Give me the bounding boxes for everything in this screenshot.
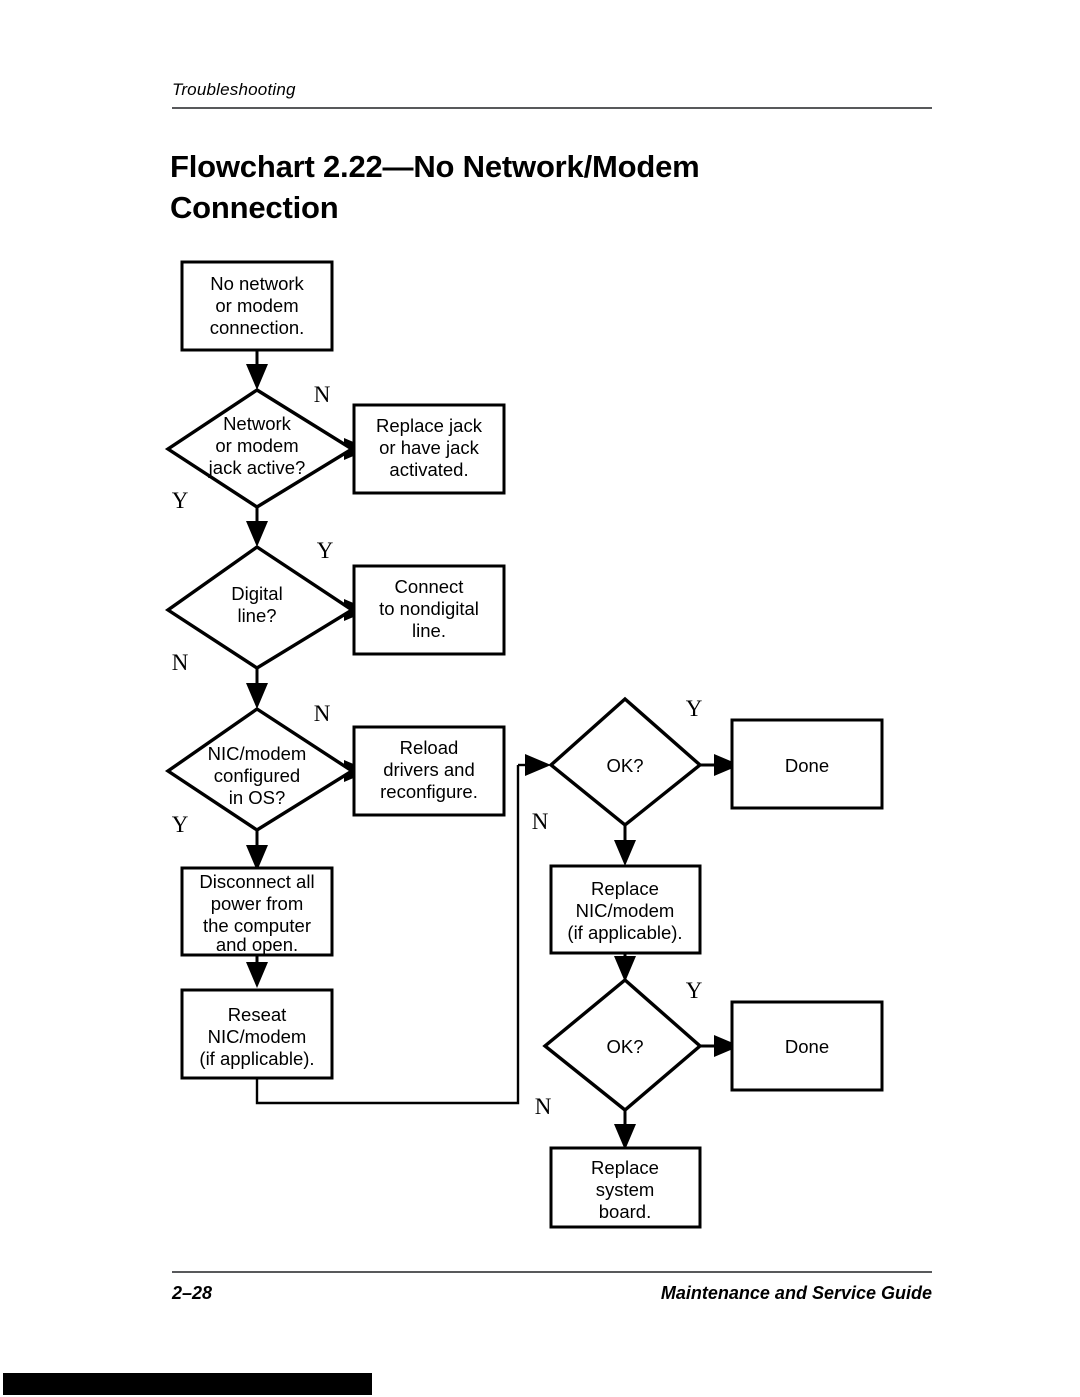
- node-jack-active-line-1: Network: [223, 413, 292, 434]
- node-ok-1-label: OK?: [606, 755, 643, 776]
- footer-rule: [172, 1271, 932, 1273]
- node-replace-board-line-2: system: [596, 1179, 655, 1200]
- node-replace-jack-line-2: or have jack: [379, 437, 479, 458]
- bottom-marker-bar: [3, 1373, 372, 1395]
- node-connect-nondigital-line-3: line.: [412, 620, 446, 641]
- node-digital-line: Digital line?: [164, 544, 356, 671]
- node-reseat-nic-line-2: NIC/modem: [208, 1026, 307, 1047]
- connector-nic-yes-to-disconnect: [246, 830, 268, 871]
- guide-title: Maintenance and Service Guide: [660, 1283, 932, 1303]
- node-reseat-nic-line-3: (if applicable).: [199, 1048, 314, 1069]
- node-ok-1: OK?: [548, 696, 703, 828]
- node-start-line-3: connection.: [210, 317, 305, 338]
- node-nic-configured-line-3: in OS?: [229, 787, 286, 808]
- node-replace-board-line-1: Replace: [591, 1157, 659, 1178]
- node-nic-configured-line-2: configured: [214, 765, 300, 786]
- branch-label-nic-yes: Y: [172, 812, 189, 837]
- node-reload-drivers-line-3: reconfigure.: [380, 781, 478, 802]
- connector-ok1-no-to-replace-nic: [614, 825, 636, 866]
- node-replace-nic-line-1: Replace: [591, 878, 659, 899]
- node-reload-drivers-line-1: Reload: [400, 737, 459, 758]
- branch-label-ok2-yes: Y: [686, 978, 703, 1003]
- node-start-line-2: or modem: [215, 295, 298, 316]
- connector-replace-nic-to-ok2: [614, 953, 636, 982]
- branch-label-ok1-no: N: [532, 809, 549, 834]
- document-page: Troubleshooting Flowchart 2.22—No Networ…: [0, 0, 1080, 1397]
- node-disconnect-power-line-3: the computer: [203, 915, 311, 936]
- node-done-1: Done: [730, 718, 884, 810]
- node-jack-active-line-2: or modem: [215, 435, 298, 456]
- node-done-2-label: Done: [785, 1036, 829, 1057]
- node-replace-jack: Replace jack or have jack activated.: [352, 403, 506, 495]
- node-disconnect-power: Disconnect all power from the computer a…: [180, 866, 334, 957]
- node-reload-drivers: Reload drivers and reconfigure.: [352, 725, 506, 817]
- node-connect-nondigital-line-1: Connect: [395, 576, 464, 597]
- node-replace-nic: Replace NIC/modem (if applicable).: [549, 864, 702, 955]
- node-reload-drivers-line-2: drivers and: [383, 759, 475, 780]
- branch-label-digital-no: N: [172, 650, 189, 675]
- connector-ok2-no-to-replace-board: [614, 1110, 636, 1150]
- node-done-1-label: Done: [785, 755, 829, 776]
- node-nic-configured: NIC/modem configured in OS?: [164, 706, 356, 833]
- node-digital-line-line-1: Digital: [231, 583, 282, 604]
- node-start: No network or modem connection.: [180, 260, 334, 352]
- node-connect-nondigital: Connect to nondigital line.: [352, 564, 506, 656]
- branch-label-ok1-yes: Y: [686, 696, 703, 721]
- node-disconnect-power-line-4: and open.: [216, 934, 298, 955]
- flowchart-diagram: No network or modem connection. Network …: [164, 260, 884, 1229]
- node-nic-configured-line-1: NIC/modem: [208, 743, 307, 764]
- branch-label-ok2-no: N: [535, 1094, 552, 1119]
- node-ok-2: OK?: [542, 977, 703, 1113]
- node-start-line-1: No network: [210, 273, 304, 294]
- node-jack-active: Network or modem jack active?: [164, 387, 356, 510]
- node-reseat-nic-line-1: Reseat: [228, 1004, 287, 1025]
- node-replace-jack-line-1: Replace jack: [376, 415, 483, 436]
- node-replace-jack-line-3: activated.: [389, 459, 468, 480]
- page-number: 2–28: [172, 1283, 213, 1303]
- node-jack-active-line-3: jack active?: [208, 457, 306, 478]
- node-replace-nic-line-2: NIC/modem: [576, 900, 675, 921]
- branch-label-nic-no: N: [314, 701, 331, 726]
- connector-start-to-jack: [246, 350, 268, 390]
- node-disconnect-power-line-2: power from: [211, 893, 304, 914]
- connector-disconnect-to-reseat: [246, 955, 268, 988]
- branch-label-digital-yes: Y: [317, 538, 334, 563]
- connector-jack-yes-to-digital: [246, 507, 268, 547]
- node-digital-line-line-2: line?: [237, 605, 276, 626]
- node-connect-nondigital-line-2: to nondigital: [379, 598, 479, 619]
- node-disconnect-power-line-1: Disconnect all: [199, 871, 314, 892]
- node-reseat-nic: Reseat NIC/modem (if applicable).: [180, 988, 334, 1080]
- node-done-2: Done: [730, 1000, 884, 1092]
- node-replace-nic-line-3: (if applicable).: [567, 922, 682, 943]
- node-ok-2-label: OK?: [606, 1036, 643, 1057]
- node-replace-board: Replace system board.: [549, 1146, 702, 1229]
- connector-digital-no-to-nic: [246, 668, 268, 709]
- node-replace-board-line-3: board.: [599, 1201, 651, 1222]
- branch-label-jack-no: N: [314, 382, 331, 407]
- branch-label-jack-yes: Y: [172, 488, 189, 513]
